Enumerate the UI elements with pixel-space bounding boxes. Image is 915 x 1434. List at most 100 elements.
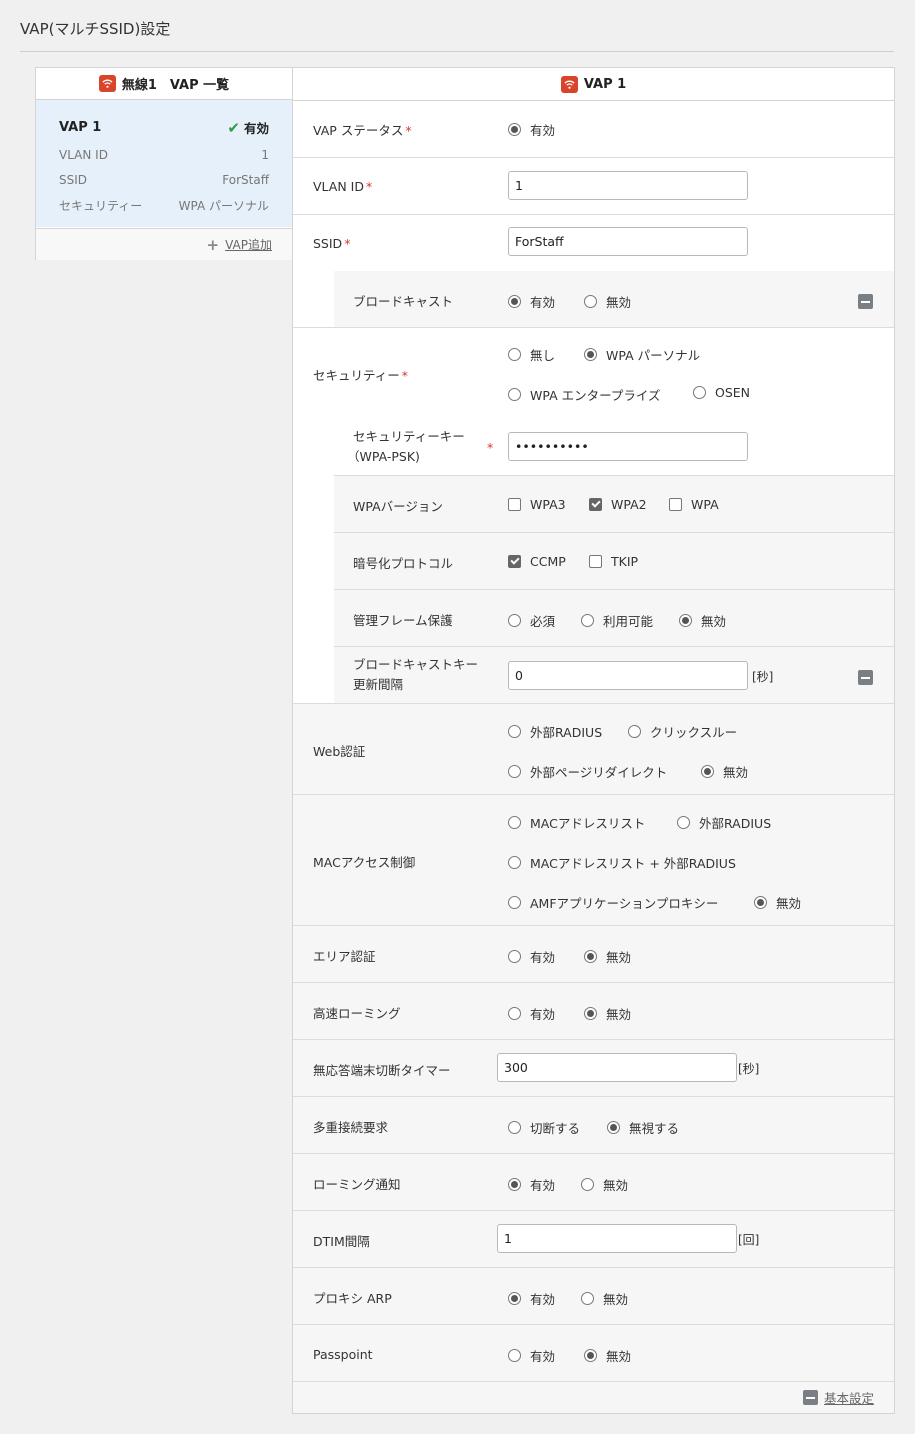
vap-list-title: 無線1 VAP 一覧 (121, 78, 230, 93)
mac-radius-radio[interactable]: 外部RADIUS (677, 813, 771, 832)
row-roaming-notify: ローミング通知 有効 無効 (293, 1154, 894, 1211)
row-mgmt-frame: 管理フレーム保護 必須 利用可能 無効 (334, 590, 894, 647)
wpa2-checkbox[interactable]: WPA2 (589, 497, 647, 512)
wpa-version-label: WPAバージョン (353, 499, 443, 514)
proxy-arp-label: プロキシ ARP (313, 1291, 392, 1306)
mac-amf-proxy-radio[interactable]: AMFアプリケーションプロキシー (508, 893, 718, 912)
bcast-key-label: ブロードキャストキー 更新間隔 (353, 657, 479, 692)
basic-settings-toggle[interactable]: 基本設定 (293, 1382, 894, 1413)
row-dtim: DTIM間隔 [回] (293, 1211, 894, 1268)
vap-add-link[interactable]: VAP追加 (225, 236, 272, 253)
basic-settings-link[interactable]: 基本設定 (824, 1388, 874, 1407)
collapse-icon[interactable] (858, 294, 873, 309)
vap-card-status-text: 有効 (243, 121, 269, 136)
row-vap-status: VAP ステータス * 有効 (293, 101, 894, 158)
vap-card-row-label: セキュリティー (59, 199, 143, 213)
row-idle-timer: 無応答端末切断タイマー [秒] (293, 1040, 894, 1097)
fast-roaming-disabled-radio[interactable]: 無効 (584, 1004, 631, 1023)
passpoint-disabled-radio[interactable]: 無効 (584, 1346, 631, 1365)
area-auth-disabled-radio[interactable]: 無効 (584, 947, 631, 966)
dtim-input[interactable] (497, 1224, 737, 1253)
check-icon: ✔ (227, 118, 240, 137)
mac-disabled-radio[interactable]: 無効 (754, 893, 801, 912)
vap-status-enabled-radio[interactable]: 有効 (508, 120, 555, 139)
required-mark: * (487, 440, 494, 455)
vap-card-row: SSID ForStaff (59, 173, 269, 187)
vap-add-button[interactable]: + VAP追加 (36, 228, 292, 260)
unit-count: [回] (738, 1233, 760, 1247)
multi-conn-ignore-radio[interactable]: 無視する (607, 1118, 679, 1137)
area-auth-enabled-radio[interactable]: 有効 (508, 947, 555, 966)
bcast-key-interval-input[interactable] (508, 661, 748, 690)
idle-timer-input[interactable] (497, 1053, 737, 1082)
ssid-input[interactable] (508, 227, 748, 256)
roaming-notify-label: ローミング通知 (313, 1177, 401, 1192)
vap-card-name: VAP 1 (59, 120, 102, 135)
row-security-key: セキュリティーキー （WPA-PSK) * (334, 419, 894, 476)
unit-seconds: [秒] (752, 670, 774, 684)
area-auth-label: エリア認証 (313, 949, 376, 964)
mgmt-frame-available-radio[interactable]: 利用可能 (581, 611, 653, 630)
row-security: セキュリティー * 無し WPA パーソナル WPA エンタープライズ OSEN (293, 328, 894, 419)
web-auth-redirect-radio[interactable]: 外部ページリダイレクト (508, 762, 667, 781)
row-area-auth: エリア認証 有効 無効 (293, 926, 894, 983)
mac-list-radio[interactable]: MACアドレスリスト (508, 813, 645, 832)
security-wpa-personal-radio[interactable]: WPA パーソナル (584, 345, 700, 364)
mac-access-label: MACアクセス制御 (313, 855, 416, 870)
vlan-id-input[interactable] (508, 171, 748, 200)
roaming-notify-enabled-radio[interactable]: 有効 (508, 1175, 555, 1194)
wifi-icon (98, 75, 116, 92)
dtim-label: DTIM間隔 (313, 1234, 370, 1249)
vap-card-status: ✔ 有効 (227, 118, 269, 137)
ssid-label: SSID * (313, 236, 351, 251)
tkip-checkbox[interactable]: TKIP (589, 554, 638, 569)
row-multi-conn: 多重接続要求 切断する 無視する (293, 1097, 894, 1154)
title-divider (20, 51, 894, 52)
vap-card-row: セキュリティー WPA パーソナル (59, 197, 269, 214)
vap-card-1[interactable]: VAP 1 ✔ 有効 VLAN ID 1 SSID ForStaff セキュリテ… (36, 100, 292, 227)
vap-list-panel: 無線1 VAP 一覧 VAP 1 ✔ 有効 VLAN ID 1 SSID For… (35, 67, 293, 260)
web-auth-clickthrough-radio[interactable]: クリックスルー (628, 722, 737, 741)
row-ssid-spacer (293, 271, 334, 328)
ccmp-checkbox[interactable]: CCMP (508, 554, 566, 569)
multi-conn-disconnect-radio[interactable]: 切断する (508, 1118, 580, 1137)
fast-roaming-enabled-radio[interactable]: 有効 (508, 1004, 555, 1023)
unit-seconds: [秒] (738, 1062, 760, 1076)
vap-card-row-value: WPA パーソナル (178, 199, 269, 213)
fast-roaming-label: 高速ローミング (313, 1006, 401, 1021)
security-key-label: セキュリティーキー （WPA-PSK) (347, 429, 465, 464)
passpoint-enabled-radio[interactable]: 有効 (508, 1346, 555, 1365)
roaming-notify-disabled-radio[interactable]: 無効 (581, 1175, 628, 1194)
idle-timer-label: 無応答端末切断タイマー (313, 1063, 451, 1078)
web-auth-disabled-radio[interactable]: 無効 (701, 762, 748, 781)
row-wpa-version: WPAバージョン WPA3 WPA2 WPA (334, 476, 894, 533)
security-key-input[interactable] (508, 432, 748, 461)
broadcast-disabled-radio[interactable]: 無効 (584, 292, 631, 311)
security-none-radio[interactable]: 無し (508, 345, 555, 364)
security-wpa-enterprise-radio[interactable]: WPA エンタープライズ (508, 385, 661, 404)
row-broadcast: ブロードキャスト 有効 無効 (334, 271, 894, 328)
mgmt-frame-required-radio[interactable]: 必須 (508, 611, 555, 630)
vap-status-label: VAP ステータス * (313, 123, 412, 138)
web-auth-radius-radio[interactable]: 外部RADIUS (508, 722, 602, 741)
collapse-icon[interactable] (858, 670, 873, 685)
row-passpoint: Passpoint 有効 無効 (293, 1325, 894, 1382)
wpa3-checkbox[interactable]: WPA3 (508, 497, 566, 512)
vap-form-title: VAP 1 (583, 76, 627, 92)
vap-card-row-label: VLAN ID (59, 148, 108, 162)
mac-list-radius-radio[interactable]: MACアドレスリスト + 外部RADIUS (508, 853, 736, 872)
vap-form-header: VAP 1 (293, 68, 894, 101)
broadcast-label: ブロードキャスト (353, 294, 454, 309)
row-fast-roaming: 高速ローミング 有効 無効 (293, 983, 894, 1040)
wpa-checkbox[interactable]: WPA (669, 497, 719, 512)
plus-icon: + (206, 235, 220, 254)
proxy-arp-disabled-radio[interactable]: 無効 (581, 1289, 628, 1308)
broadcast-enabled-radio[interactable]: 有効 (508, 292, 555, 311)
encryption-label: 暗号化プロトコル (353, 556, 454, 571)
mgmt-frame-disabled-radio[interactable]: 無効 (679, 611, 726, 630)
multi-conn-label: 多重接続要求 (313, 1120, 389, 1135)
proxy-arp-enabled-radio[interactable]: 有効 (508, 1289, 555, 1308)
vap-card-row-label: SSID (59, 173, 88, 187)
security-osen-radio[interactable]: OSEN (693, 385, 750, 400)
row-web-auth: Web認証 外部RADIUS クリックスルー 外部ページリダイレクト 無効 (293, 704, 894, 795)
